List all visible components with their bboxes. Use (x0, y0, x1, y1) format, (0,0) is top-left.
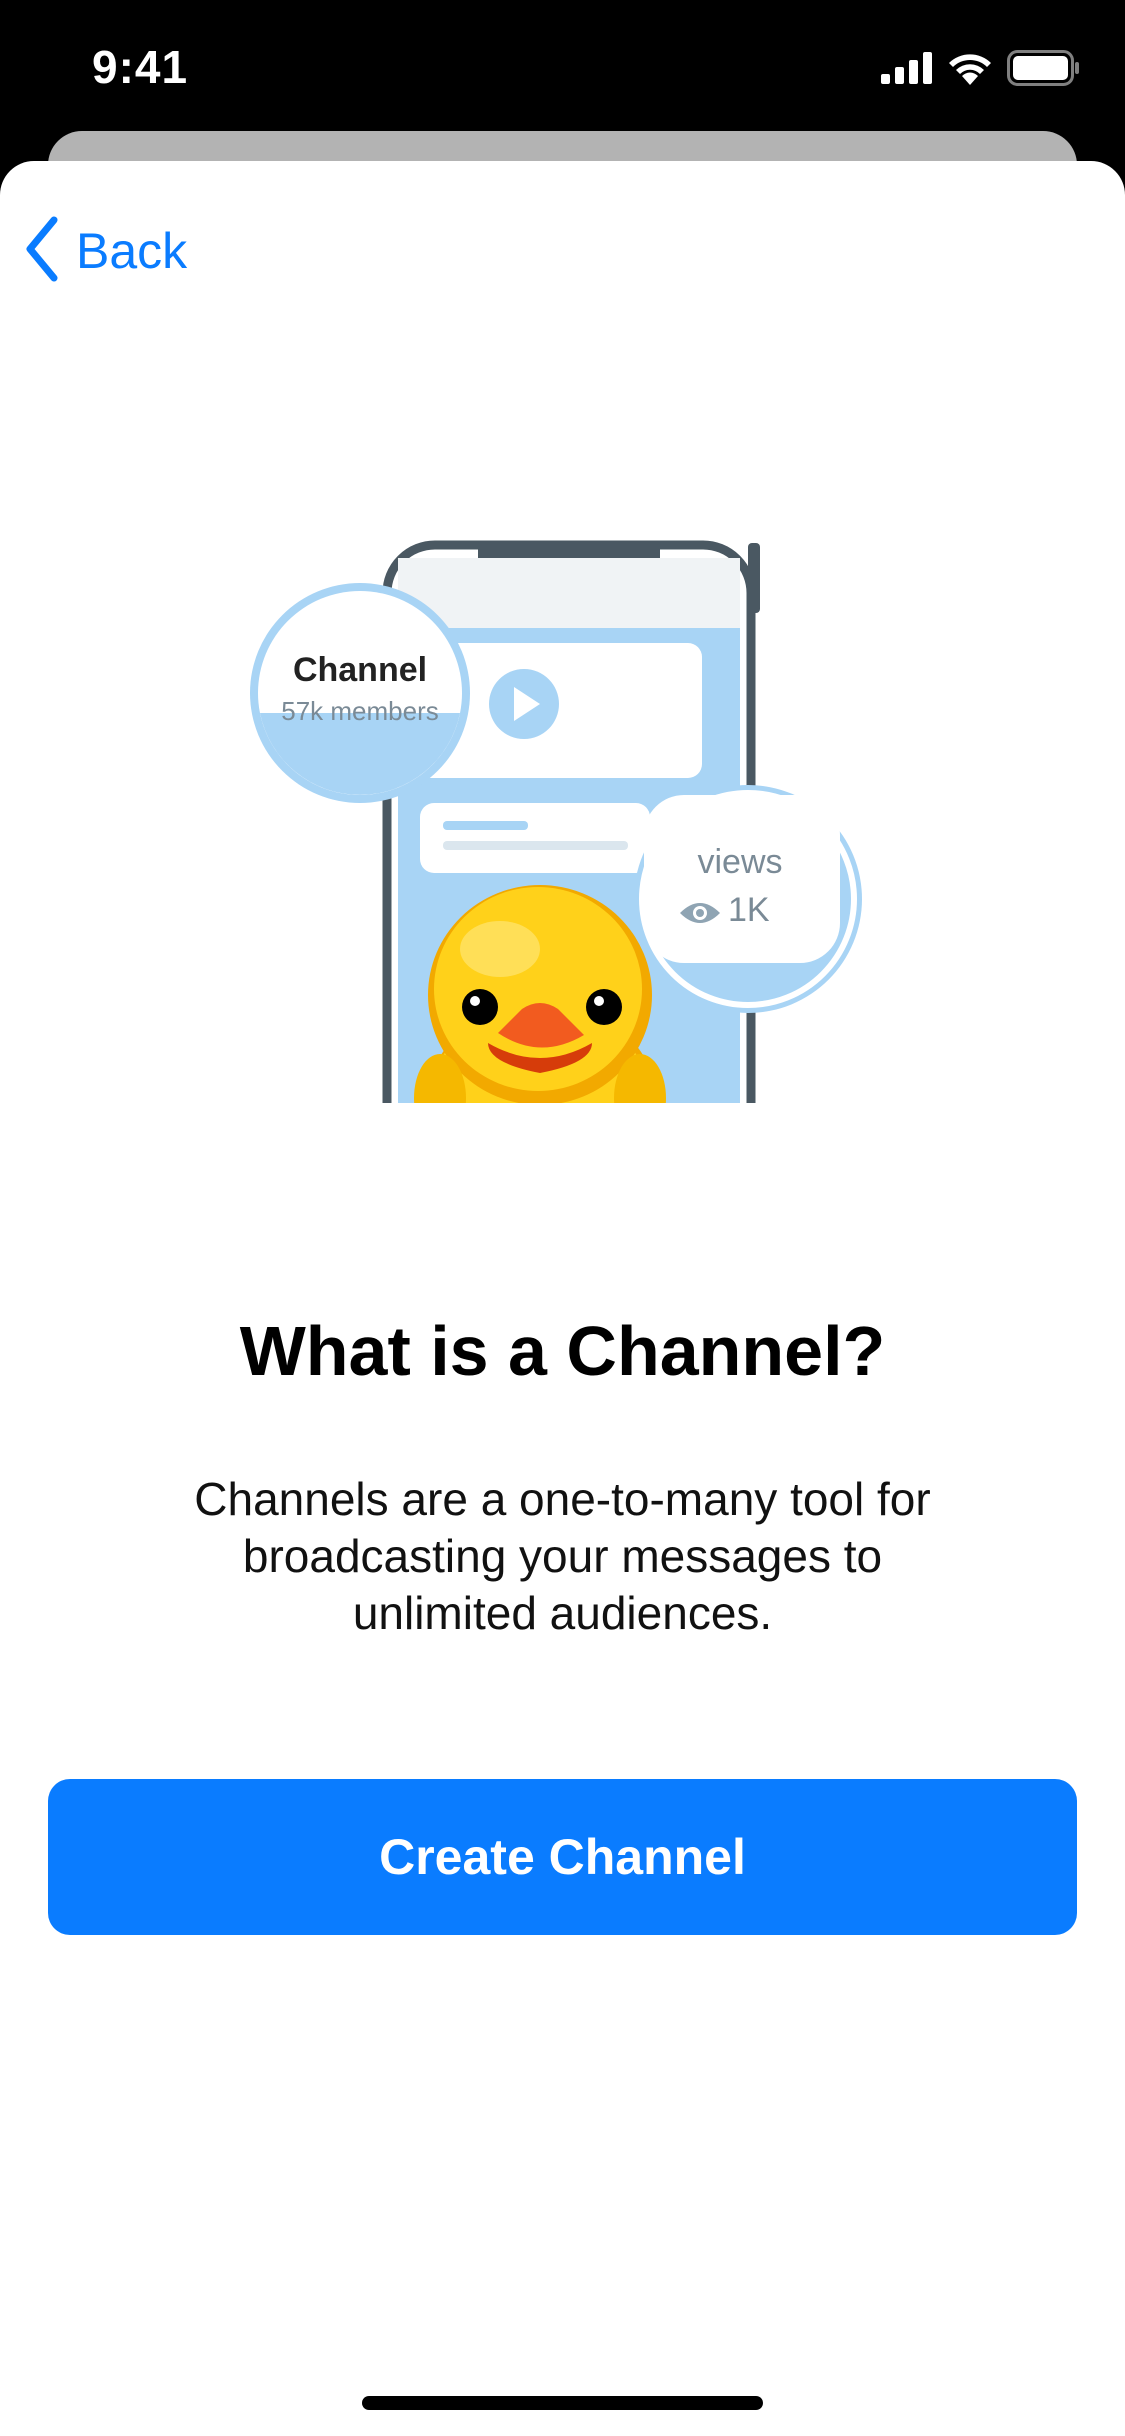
back-label: Back (76, 223, 188, 279)
channel-members: 57k members (281, 696, 439, 726)
views-count: 1K (728, 891, 770, 929)
status-bar: 9:41 (0, 0, 1125, 135)
battery-icon (1007, 49, 1081, 91)
chevron-left-icon (22, 214, 62, 289)
wifi-icon (947, 51, 993, 90)
cellular-signal-icon (881, 51, 933, 89)
modal-sheet: Back Channel 57k members views 1K What i… (0, 161, 1125, 2436)
create-channel-button[interactable]: Create Channel (48, 1779, 1077, 1935)
play-icon (489, 669, 559, 739)
views-label: views (697, 843, 783, 881)
status-icons (881, 49, 1081, 91)
channel-name: Channel (292, 651, 428, 689)
status-time: 9:41 (92, 41, 189, 93)
page-description: Channels are a one-to-many tool for broa… (194, 1473, 931, 1639)
back-button[interactable]: Back (22, 211, 187, 291)
home-indicator (362, 2396, 763, 2410)
page-title: What is a Channel? (239, 1312, 886, 1390)
channel-illustration: Channel 57k members views 1K (240, 373, 870, 1270)
